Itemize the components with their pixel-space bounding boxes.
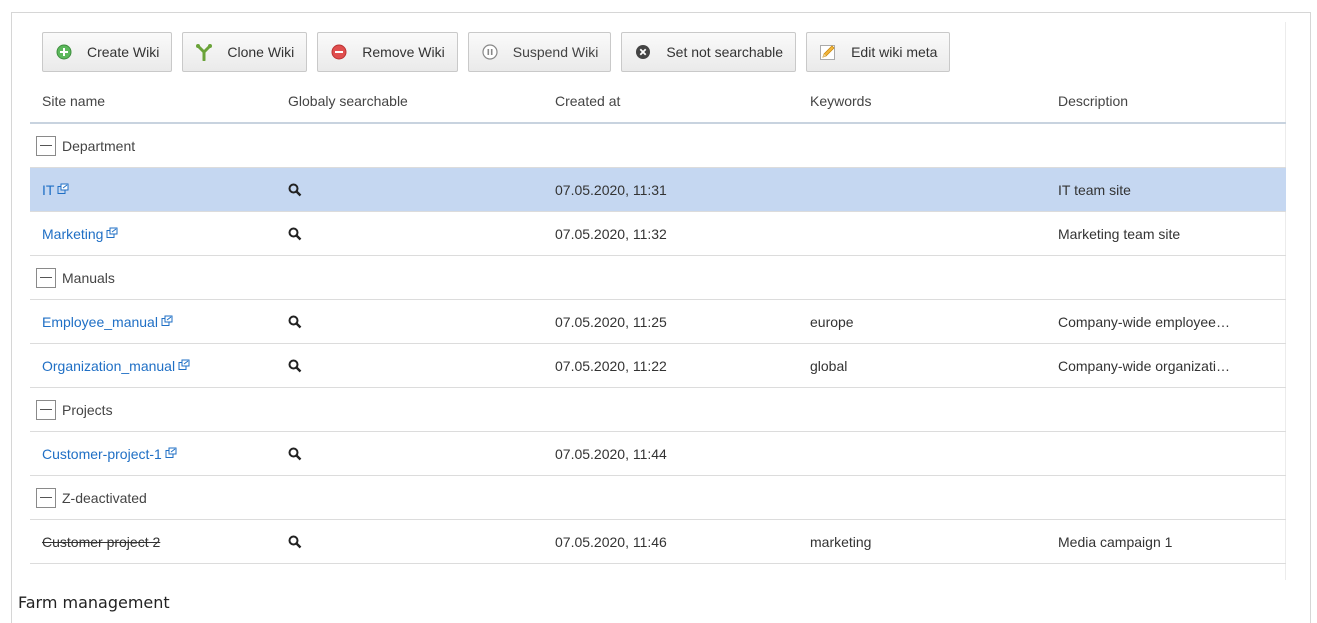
group-row-department[interactable]: Department [30, 124, 1286, 168]
external-link-icon [57, 182, 69, 198]
created-at-cell: 07.05.2020, 11:32 [555, 225, 667, 242]
description-cell: Company-wide organizati… [1058, 357, 1230, 374]
created-at-cell: 07.05.2020, 11:25 [555, 313, 667, 330]
edit-wiki-meta-button[interactable]: Edit wiki meta [806, 32, 951, 72]
group-label: Manuals [62, 269, 115, 286]
table-header: Site name Globaly searchable Created at … [30, 79, 1286, 124]
col-globaly-searchable[interactable]: Globaly searchable [276, 93, 408, 109]
description-cell: Marketing team site [1058, 225, 1181, 242]
group-row-manuals[interactable]: Manuals [30, 256, 1286, 300]
keywords-cell: global [810, 357, 848, 374]
suspend-wiki-button[interactable]: Suspend Wiki [467, 32, 612, 72]
site-link[interactable]: Marketing [42, 226, 103, 242]
search-icon [288, 432, 302, 475]
fork-icon [195, 43, 213, 61]
group-label: Department [62, 137, 136, 154]
site-name-cell: Customer-project-1 [42, 432, 177, 475]
table-row[interactable]: Customer project 2 07.05.2020, 11:46 mar… [30, 520, 1286, 564]
collapse-toggle-icon[interactable] [36, 487, 56, 508]
description-cell: IT team site [1058, 181, 1131, 198]
create-wiki-button[interactable]: Create Wiki [42, 32, 173, 72]
search-icon [288, 300, 302, 343]
site-name-cell: Marketing [42, 212, 118, 255]
wiki-table-body: Department IT 07.05.2020, 11:31 IT team … [30, 124, 1286, 564]
site-name-cell: Organization_manual [42, 344, 190, 387]
minus-circle-icon [330, 43, 348, 61]
keywords-cell: europe [810, 313, 854, 330]
col-site-name[interactable]: Site name [30, 93, 105, 109]
site-link[interactable]: Customer-project-1 [42, 446, 162, 462]
site-link[interactable]: IT [42, 182, 54, 198]
site-name-deactivated: Customer project 2 [42, 533, 161, 550]
plus-circle-icon [55, 43, 73, 61]
created-at-cell: 07.05.2020, 11:44 [555, 445, 667, 462]
set-not-searchable-label: Set not searchable [666, 44, 784, 60]
search-icon [288, 212, 302, 255]
search-icon [288, 520, 302, 563]
keywords-cell: marketing [810, 533, 872, 550]
table-row[interactable]: Marketing 07.05.2020, 11:32 Marketing te… [30, 212, 1286, 256]
clone-wiki-button[interactable]: Clone Wiki [182, 32, 308, 72]
collapse-toggle-icon[interactable] [36, 135, 56, 156]
site-link[interactable]: Employee_manual [42, 314, 158, 330]
clone-wiki-label: Clone Wiki [227, 44, 295, 60]
search-icon [288, 168, 302, 211]
farm-management-panel: Create Wiki Clone Wiki Remove Wiki Suspe… [30, 22, 1286, 580]
col-created-at[interactable]: Created at [543, 93, 620, 109]
col-keywords[interactable]: Keywords [798, 93, 871, 109]
suspend-wiki-label: Suspend Wiki [512, 44, 599, 60]
table-row[interactable]: IT 07.05.2020, 11:31 IT team site [30, 168, 1286, 212]
group-row-projects[interactable]: Projects [30, 388, 1286, 432]
remove-wiki-button[interactable]: Remove Wiki [317, 32, 458, 72]
set-not-searchable-button[interactable]: Set not searchable [621, 32, 797, 72]
col-description[interactable]: Description [1046, 93, 1128, 109]
site-name-cell: IT [42, 168, 69, 211]
table-row[interactable]: Organization_manual 07.05.2020, 11:22 gl… [30, 344, 1286, 388]
figure-caption: Farm management [18, 593, 170, 612]
site-name-cell: Customer project 2 [42, 520, 160, 563]
table-row[interactable]: Customer-project-1 07.05.2020, 11:44 [30, 432, 1286, 476]
external-link-icon [165, 446, 177, 462]
collapse-toggle-icon[interactable] [36, 267, 56, 288]
created-at-cell: 07.05.2020, 11:31 [555, 181, 667, 198]
create-wiki-label: Create Wiki [87, 44, 160, 60]
pencil-icon [819, 43, 837, 61]
site-link[interactable]: Organization_manual [42, 358, 175, 374]
remove-wiki-label: Remove Wiki [362, 44, 445, 60]
pause-icon [481, 43, 499, 61]
external-link-icon [178, 358, 190, 374]
edit-wiki-meta-label: Edit wiki meta [851, 44, 938, 60]
x-circle-icon [634, 43, 652, 61]
toolbar: Create Wiki Clone Wiki Remove Wiki Suspe… [42, 32, 951, 72]
external-link-icon [161, 314, 173, 330]
site-name-cell: Employee_manual [42, 300, 173, 343]
group-row-z-deactivated[interactable]: Z-deactivated [30, 476, 1286, 520]
description-cell: Company-wide employee… [1058, 313, 1230, 330]
search-icon [288, 344, 302, 387]
created-at-cell: 07.05.2020, 11:22 [555, 357, 667, 374]
created-at-cell: 07.05.2020, 11:46 [555, 533, 667, 550]
collapse-toggle-icon[interactable] [36, 399, 56, 420]
table-row[interactable]: Employee_manual 07.05.2020, 11:25 europe… [30, 300, 1286, 344]
group-label: Projects [62, 401, 113, 418]
description-cell: Media campaign 1 [1058, 533, 1173, 550]
external-link-icon [106, 226, 118, 242]
group-label: Z-deactivated [62, 489, 147, 506]
